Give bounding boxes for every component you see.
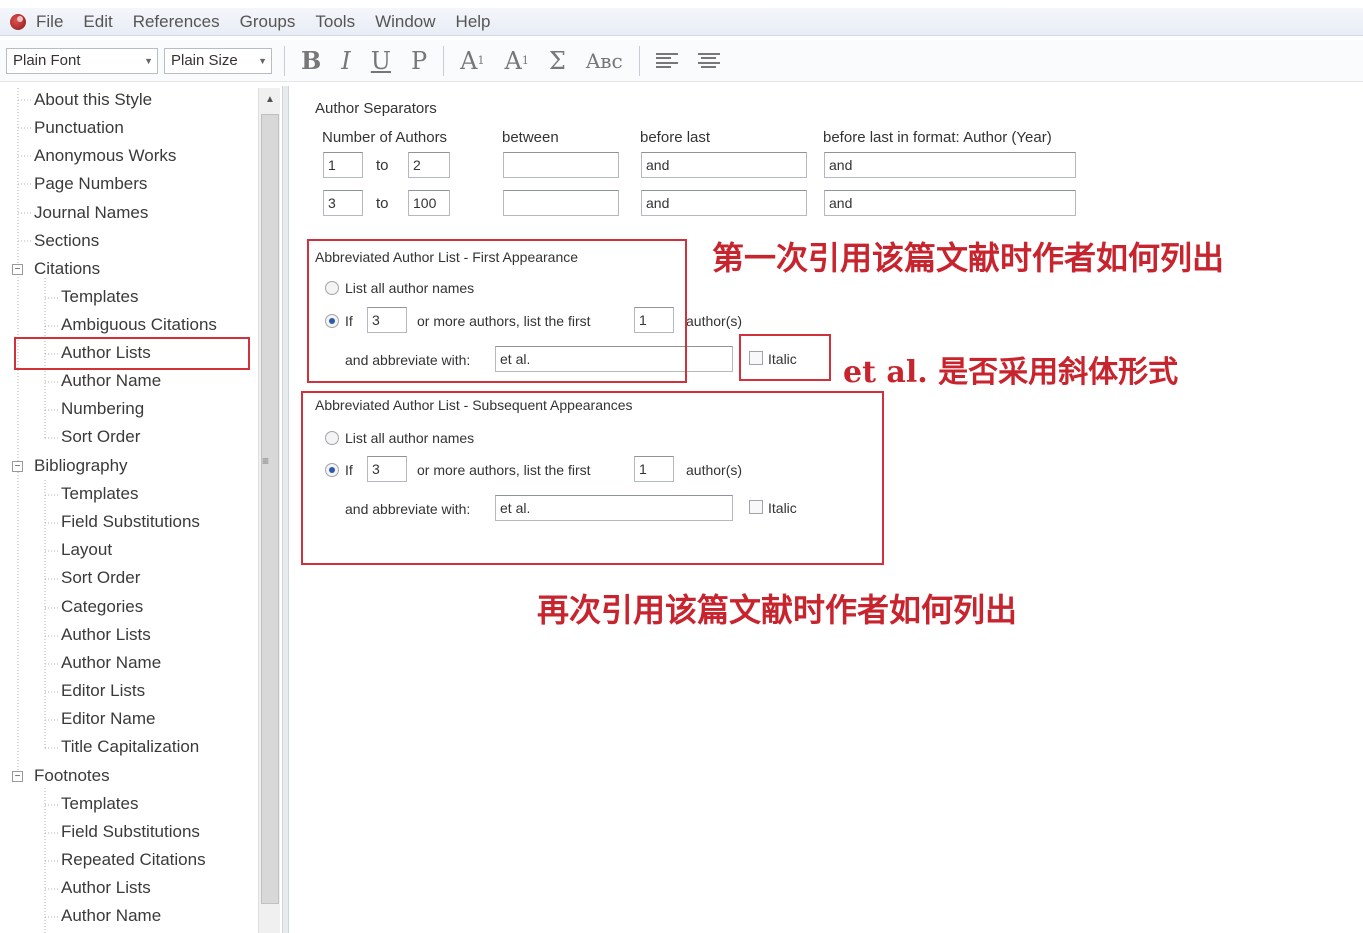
tree-item-editor-lists[interactable]: Editor Lists (61, 679, 145, 703)
superscript-button[interactable]: A1 (460, 47, 484, 75)
menu-help[interactable]: Help (456, 12, 491, 32)
row2-to-field[interactable]: 100 (408, 190, 450, 216)
row1-to-field[interactable]: 2 (408, 152, 450, 178)
tree-item-categories[interactable]: Categories (61, 595, 143, 619)
row1-before-last-format-field[interactable]: and (824, 152, 1076, 178)
tree-item-bibliography-sort-order[interactable]: Sort Order (61, 566, 140, 590)
menu-references[interactable]: References (133, 12, 220, 32)
tree-item-punctuation[interactable]: Punctuation (34, 116, 124, 140)
tree-item-bibliography-author-name[interactable]: Author Name (61, 651, 161, 675)
app-icon (10, 13, 26, 30)
subscript-button[interactable]: A1 (505, 47, 529, 75)
tree-item-editor-name[interactable]: Editor Name (61, 707, 155, 731)
row1-before-last-field[interactable]: and (641, 152, 807, 178)
small-caps-button[interactable]: Aʙc (586, 49, 623, 73)
menu-window[interactable]: Window (375, 12, 435, 32)
toolbar-divider (443, 45, 445, 76)
row2-before-last-format-field[interactable]: and (824, 190, 1076, 216)
menu-tools[interactable]: Tools (315, 12, 355, 32)
tree-item-bibliography-templates[interactable]: Templates (61, 482, 138, 506)
selected-item-highlight (14, 337, 250, 370)
number-of-authors-header: Number of Authors (322, 129, 448, 146)
author-separators-title: Author Separators (315, 100, 437, 117)
bold-button[interactable]: B (301, 46, 321, 75)
row2-from-field[interactable]: 3 (323, 190, 363, 216)
tree-item-numbering[interactable]: Numbering (61, 397, 144, 421)
to-label: to (376, 157, 389, 174)
tree-item-footnotes[interactable]: Footnotes (34, 764, 110, 788)
plain-button[interactable]: P (411, 47, 427, 75)
tree-item-ambiguous-citations[interactable]: Ambiguous Citations (61, 313, 217, 337)
tree-item-title-capitalization[interactable]: Title Capitalization (61, 735, 199, 759)
first-appearance-annotation: 第一次引用该篇文献时作者如何列出 (712, 239, 1225, 277)
first-appearance-highlight (307, 239, 687, 383)
tree-item-citations-sort-order[interactable]: Sort Order (61, 425, 140, 449)
subscript-label: A (504, 46, 522, 75)
row1-from-field[interactable]: 1 (323, 152, 363, 178)
tree-item-footnotes-author-name[interactable]: Author Name (61, 904, 161, 928)
tree-item-bibliography-field-substitutions[interactable]: Field Substitutions (61, 510, 200, 534)
font-select-value: Plain Font (13, 52, 81, 69)
before-last-header: before last (640, 129, 711, 146)
superscript-label: A (460, 46, 478, 75)
tree-item-layout[interactable]: Layout (61, 538, 112, 562)
italic-button[interactable]: I (341, 47, 350, 75)
row1-between-field[interactable] (503, 152, 619, 178)
format-toolbar: Plain Font ▼ Plain Size ▼ B I U P A1 A1 … (0, 40, 1363, 82)
tree-scrollbar[interactable]: ▲ ≡ (258, 88, 280, 933)
size-select[interactable]: Plain Size ▼ (164, 47, 272, 74)
subsequent-highlight (301, 391, 884, 565)
subsequent-annotation: 再次引用该篇文献时作者如何列出 (537, 591, 1018, 629)
endnote-style-editor: File Edit References Groups Tools Window… (0, 0, 1363, 933)
between-header: between (502, 129, 559, 146)
first-authors-suffix: author(s) (686, 313, 743, 329)
tree-item-page-numbers[interactable]: Page Numbers (34, 172, 147, 196)
symbol-button[interactable]: Σ (549, 47, 566, 75)
scroll-up-icon[interactable]: ▲ (259, 88, 281, 110)
tree-item-about[interactable]: About this Style (34, 88, 152, 112)
italic-annotation: et al. 是否采用斜体形式 (843, 355, 1179, 390)
to-label: to (376, 195, 389, 212)
tree-item-citations-author-name[interactable]: Author Name (61, 369, 161, 393)
underline-button[interactable]: U (371, 47, 391, 75)
style-section-tree: About this Style Punctuation Anonymous W… (10, 88, 258, 933)
tree-item-repeated-citations[interactable]: Repeated Citations (61, 848, 206, 872)
row2-between-field[interactable] (503, 190, 619, 216)
menu-file[interactable]: File (36, 12, 63, 32)
font-select[interactable]: Plain Font ▼ (6, 47, 158, 74)
tree-item-sections[interactable]: Sections (34, 229, 99, 253)
chevron-down-icon: ▼ (144, 55, 153, 66)
toolbar-divider (638, 45, 640, 76)
size-select-value: Plain Size (171, 52, 238, 69)
before-last-format-header: before last in format: Author (Year) (823, 129, 1052, 146)
menu-groups[interactable]: Groups (240, 12, 296, 32)
row2-before-last-field[interactable]: and (641, 190, 807, 216)
menu-bar: File Edit References Groups Tools Window… (0, 8, 1363, 36)
tree-item-footnotes-templates[interactable]: Templates (61, 792, 138, 816)
toolbar-divider (284, 45, 285, 76)
tree-item-footnotes-author-lists[interactable]: Author Lists (61, 876, 151, 900)
tree-item-citations[interactable]: Citations (34, 257, 100, 281)
tree-item-bibliography-author-lists[interactable]: Author Lists (61, 623, 151, 647)
scrollbar-thumb[interactable] (261, 114, 279, 904)
grip-icon: ≡ (262, 454, 270, 468)
pane-splitter[interactable] (282, 86, 289, 933)
menu-edit[interactable]: Edit (83, 12, 112, 32)
tree-item-bibliography[interactable]: Bibliography (34, 454, 128, 478)
collapse-icon[interactable]: − (12, 461, 23, 472)
align-center-icon[interactable] (697, 52, 720, 69)
align-left-icon[interactable] (655, 52, 678, 69)
tree-item-anonymous-works[interactable]: Anonymous Works (34, 144, 176, 168)
chevron-down-icon: ▼ (258, 55, 267, 66)
tree-item-footnotes-field-substitutions[interactable]: Field Substitutions (61, 820, 200, 844)
italic-highlight (739, 334, 831, 381)
collapse-icon[interactable]: − (12, 264, 23, 275)
tree-item-citations-templates[interactable]: Templates (61, 285, 138, 309)
collapse-icon[interactable]: − (12, 771, 23, 782)
tree-item-journal-names[interactable]: Journal Names (34, 201, 148, 225)
